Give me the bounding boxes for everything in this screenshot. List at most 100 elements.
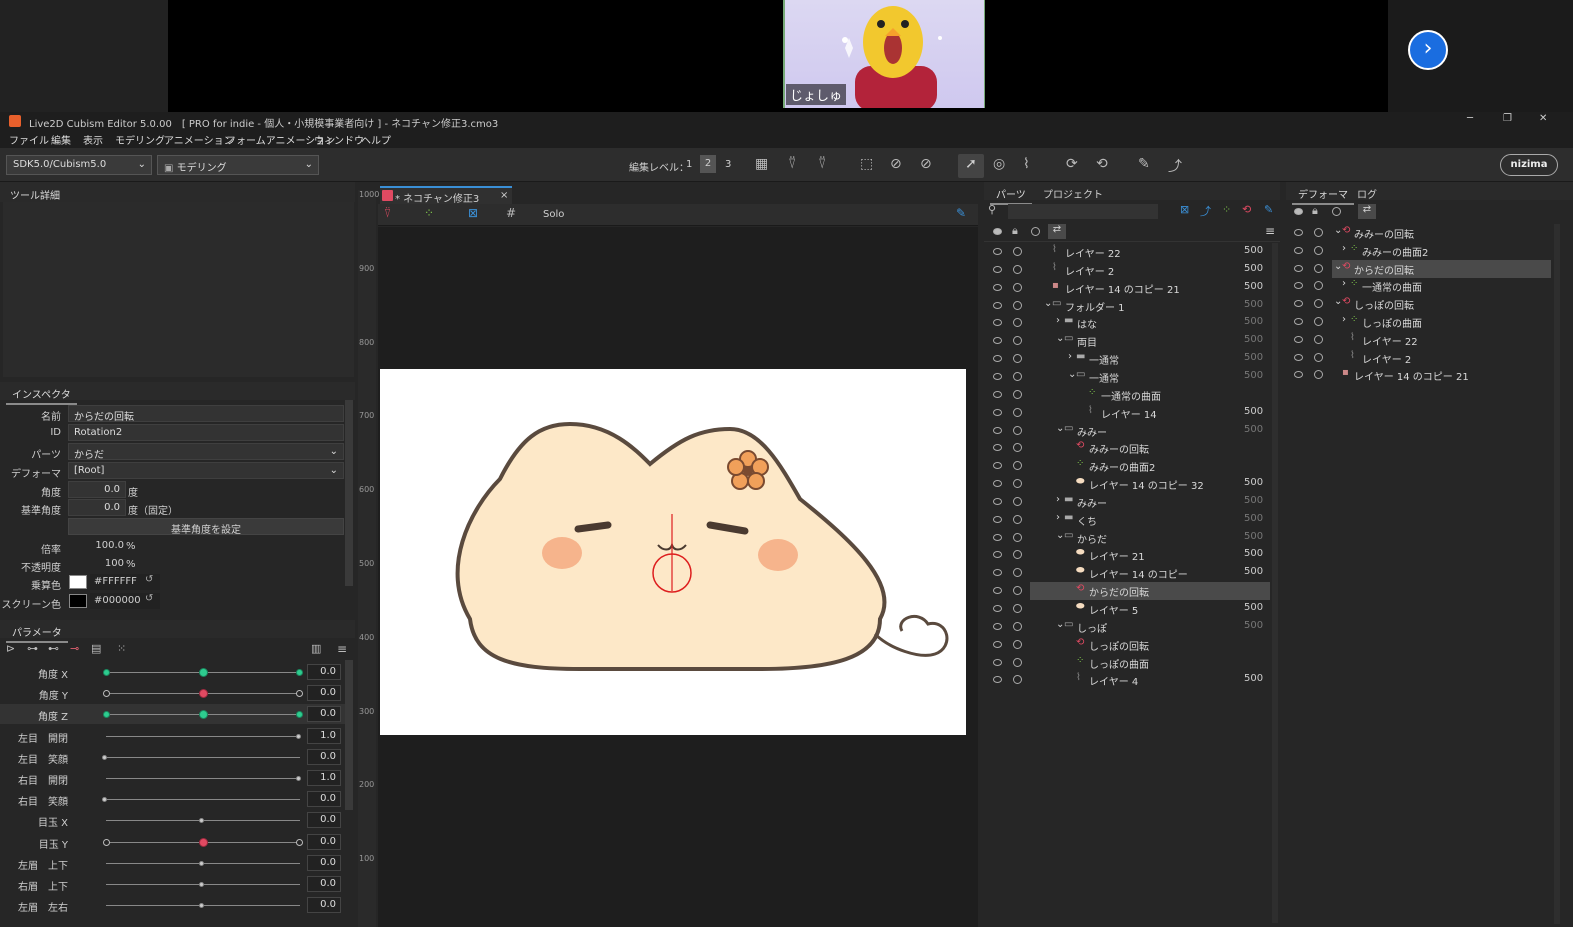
deformer-tree-row[interactable]: › ⁘ 一通常の曲面 [1286, 277, 1554, 295]
parts-tree-row[interactable]: ⟲ からだの回転 [993, 582, 1270, 601]
parameter-value[interactable]: 0.0 [307, 876, 341, 892]
lock-toggle-icon[interactable] [1314, 245, 1323, 255]
parts-scrollbar[interactable] [1272, 243, 1278, 923]
transform-tool-icon[interactable]: ⌇ [1023, 156, 1030, 172]
eye-icon[interactable] [993, 426, 1002, 434]
lock-icon[interactable]: 🔒︎ [1012, 224, 1018, 238]
deformer-path-icon[interactable]: ⟳ [1066, 156, 1078, 172]
eye-icon[interactable] [993, 515, 1002, 523]
mesh-edit-icon[interactable]: ⍢ [788, 156, 796, 172]
name-field[interactable]: からだの回転 [68, 405, 344, 423]
parts-tree-row[interactable]: ▪ レイヤー 14 のコピー 21 500 [984, 279, 1272, 297]
parameter-value[interactable]: 0.0 [307, 664, 341, 680]
parameter-row[interactable]: 目玉 Y 0.0 [0, 832, 345, 852]
eye-icon[interactable] [1294, 300, 1303, 308]
parameter-slider-knob[interactable] [199, 860, 204, 866]
parts-tree-row[interactable]: ⌇ レイヤー 22 500 [984, 243, 1272, 261]
next-arrow-button[interactable]: › [1408, 30, 1448, 70]
lock-toggle-icon[interactable] [1314, 334, 1323, 344]
path-filter-icon[interactable]: ⤴ [1200, 203, 1211, 219]
reset-icon[interactable]: ↺ [145, 593, 153, 604]
parameter-slider-knob[interactable] [199, 668, 208, 677]
lock-toggle-icon[interactable] [1013, 604, 1022, 613]
lock-toggle-icon[interactable] [1314, 281, 1323, 291]
lasso-tool-icon[interactable]: ◎ [993, 156, 1005, 172]
eye-icon[interactable] [993, 497, 1002, 505]
reset-icon[interactable]: ↺ [145, 574, 153, 585]
parts-tree-row[interactable]: ⁘ 一通常の曲面 [984, 386, 1272, 404]
parameter-slider-track[interactable] [106, 756, 300, 758]
eye-icon[interactable] [993, 355, 1002, 363]
deformer-tree-row[interactable]: ▪ レイヤー 14 のコピー 21 [1286, 366, 1554, 384]
deformer-tree-row[interactable]: ⌄ ⟲ からだの回転 [1294, 259, 1551, 278]
parameter-value[interactable]: 0.0 [307, 897, 341, 914]
parts-tree-row[interactable]: › ▬ くち 500 [984, 511, 1272, 529]
chevron-right-icon[interactable]: › [1068, 351, 1072, 362]
grid-display-icon[interactable]: # [506, 206, 516, 220]
parts-tree-row[interactable]: ⌇ レイヤー 14 500 [984, 404, 1272, 422]
parameter-slider-knob[interactable] [102, 797, 107, 803]
parameter-slider-knob[interactable] [296, 776, 301, 781]
parts-tree-row[interactable]: ⁘ しっぽの曲面 [984, 654, 1272, 672]
maximize-button[interactable]: ❐ [1503, 113, 1512, 124]
param-list-icon[interactable]: ▥ [311, 642, 321, 655]
eye-icon[interactable] [1294, 208, 1303, 215]
minimize-button[interactable]: ─ [1467, 113, 1473, 124]
parameter-row[interactable]: 目玉 X 0.0 [0, 810, 345, 830]
pin-filter-icon[interactable]: ✎ [1264, 203, 1273, 216]
chevron-right-icon[interactable]: › [1342, 278, 1346, 289]
lock-toggle-icon[interactable] [1013, 675, 1022, 685]
eye-icon[interactable] [993, 658, 1002, 666]
tab-document[interactable]: * ネコチャン修正3 × [380, 186, 512, 205]
parameter-slider-knob[interactable] [199, 837, 208, 847]
deformer-display-icon[interactable]: ⍢ [384, 206, 391, 221]
grid-icon[interactable]: ⁙ [117, 642, 126, 655]
scale-value[interactable]: 100.0 [68, 538, 126, 553]
eye-icon[interactable] [1294, 246, 1303, 254]
parameter-value[interactable]: 1.0 [307, 727, 341, 744]
parameter-scrollbar[interactable] [345, 660, 353, 810]
sdk-version-select[interactable]: SDK5.0/Cubism5.0 ⌄ [6, 155, 152, 175]
edit-level-2[interactable]: 2 [700, 155, 716, 173]
lock-toggle-icon[interactable] [1013, 568, 1022, 578]
pin-icon[interactable]: ✎ [956, 206, 966, 220]
chevron-right-icon[interactable]: › [1342, 314, 1346, 325]
chevron-right-icon[interactable]: › [1056, 315, 1060, 326]
expand-all-icon[interactable] [1332, 207, 1341, 216]
hamburger-menu-icon[interactable]: ≡ [1265, 224, 1275, 238]
eye-icon[interactable] [993, 301, 1002, 309]
menu-edit[interactable]: 編集 [51, 132, 71, 147]
parameter-slider-knob[interactable] [199, 689, 208, 699]
lock-toggle-icon[interactable] [1013, 264, 1022, 274]
parameter-row[interactable]: 左目 笑顔 0.0 [0, 747, 345, 767]
eye-icon[interactable] [993, 569, 1002, 577]
canvas-viewport[interactable] [378, 227, 978, 927]
filter-icon[interactable]: ⚲ [988, 203, 996, 216]
angle-field[interactable]: 0.0 [68, 481, 126, 498]
lock-toggle-icon[interactable] [1013, 407, 1022, 417]
curve-tool-icon[interactable]: ⤴ [1168, 156, 1182, 176]
lock-toggle-icon[interactable] [1013, 318, 1022, 328]
parts-tree-row[interactable]: ⬬ レイヤー 5 500 [984, 600, 1272, 618]
brush-icon[interactable]: ⊘ [920, 156, 932, 172]
menu-animation[interactable]: アニメーション [164, 132, 234, 147]
deformer-tree-row[interactable]: ⌇ レイヤー 2 [1286, 349, 1554, 367]
eye-icon[interactable] [993, 283, 1002, 291]
lock-toggle-icon[interactable] [1013, 371, 1022, 381]
menu-view[interactable]: 表示 [83, 132, 103, 147]
parts-tree-row[interactable]: ⌄ ▭ しっぽ 500 [984, 618, 1272, 636]
add-key-icon[interactable]: ⊶ [27, 642, 38, 655]
screen-color-swatch[interactable] [69, 594, 87, 608]
display-settings-icon[interactable]: ▦ [755, 156, 768, 172]
parameter-slider-track[interactable] [106, 799, 300, 801]
deformer-tree-row[interactable]: › ⁘ しっぽの曲面 [1286, 313, 1554, 331]
eye-icon[interactable] [993, 248, 1002, 255]
eye-icon[interactable] [1294, 335, 1303, 343]
parameter-row[interactable]: 右目 笑顔 0.0 [0, 789, 345, 809]
deformer-tree-row[interactable]: ⌄ ⟲ しっぽの回転 [1286, 295, 1554, 313]
parameter-value[interactable]: 0.0 [307, 833, 341, 850]
parameter-slider-knob[interactable] [296, 733, 301, 739]
menu-window[interactable]: ウィンドウ [314, 132, 364, 147]
parameter-slider-knob[interactable] [199, 903, 204, 909]
workspace-mode-select[interactable]: ▣ モデリング ⌄ [157, 155, 319, 175]
